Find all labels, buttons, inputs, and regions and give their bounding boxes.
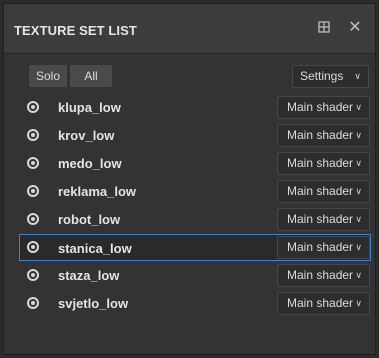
dock-panel-icon-graphic [318,21,330,33]
texture-set-name: staza_low [58,268,120,283]
panel-titlebar: TEXTURE SET LIST ✕ [4,4,375,54]
all-button[interactable]: All [70,65,112,87]
texture-set-row[interactable]: stanica_low Main shader ∨ [19,234,371,261]
chevron-down-icon: ∨ [355,270,362,280]
shader-dropdown[interactable]: Main shader ∨ [277,292,370,315]
shader-label: Main shader [287,128,354,142]
texture-set-row[interactable]: svjetlo_low Main shader ∨ [19,290,371,317]
shader-label: Main shader [287,100,354,114]
visibility-radio-icon[interactable] [27,213,39,225]
shader-label: Main shader [287,156,354,170]
shader-dropdown[interactable]: Main shader ∨ [277,96,370,119]
visibility-radio-icon[interactable] [27,157,39,169]
shader-label: Main shader [287,240,354,254]
settings-label: Settings [300,69,344,83]
texture-set-list-panel: TEXTURE SET LIST ✕ Solo All Settings ∨ k… [3,3,376,355]
texture-set-row[interactable]: reklama_low Main shader ∨ [19,178,371,205]
close-icon[interactable]: ✕ [345,18,365,38]
shader-dropdown[interactable]: Main shader ∨ [277,180,370,203]
chevron-down-icon: ∨ [355,242,362,252]
panel-title: TEXTURE SET LIST [14,23,137,38]
shader-dropdown[interactable]: Main shader ∨ [277,124,370,147]
texture-set-row[interactable]: medo_low Main shader ∨ [19,150,371,177]
texture-set-name: reklama_low [58,184,137,199]
visibility-radio-icon[interactable] [27,241,39,253]
texture-set-name: medo_low [58,156,122,171]
texture-set-name: stanica_low [58,241,132,256]
texture-set-row[interactable]: krov_low Main shader ∨ [19,122,371,149]
chevron-down-icon: ∨ [355,214,362,224]
settings-dropdown[interactable]: Settings ∨ [292,65,369,88]
shader-label: Main shader [287,184,354,198]
solo-button[interactable]: Solo [29,65,67,87]
dock-panel-icon[interactable] [314,18,334,38]
visibility-radio-icon[interactable] [27,269,39,281]
texture-set-name: robot_low [58,212,121,227]
shader-label: Main shader [287,296,354,310]
shader-label: Main shader [287,268,354,282]
texture-set-name: svjetlo_low [58,296,129,311]
visibility-radio-icon[interactable] [27,185,39,197]
texture-set-name: klupa_low [58,100,121,115]
texture-set-row[interactable]: robot_low Main shader ∨ [19,206,371,233]
texture-set-row[interactable]: staza_low Main shader ∨ [19,262,371,289]
shader-dropdown[interactable]: Main shader ∨ [277,152,370,175]
shader-label: Main shader [287,212,354,226]
chevron-down-icon: ∨ [355,298,362,308]
chevron-down-icon: ∨ [355,186,362,196]
visibility-radio-icon[interactable] [27,101,39,113]
shader-dropdown[interactable]: Main shader ∨ [277,236,370,259]
texture-set-row[interactable]: klupa_low Main shader ∨ [19,94,371,121]
visibility-radio-icon[interactable] [27,297,39,309]
visibility-radio-icon[interactable] [27,129,39,141]
chevron-down-icon: ∨ [355,102,362,112]
chevron-down-icon: ∨ [354,71,361,81]
shader-dropdown[interactable]: Main shader ∨ [277,208,370,231]
shader-dropdown[interactable]: Main shader ∨ [277,264,370,287]
chevron-down-icon: ∨ [355,158,362,168]
texture-set-name: krov_low [58,128,115,143]
chevron-down-icon: ∨ [355,130,362,140]
